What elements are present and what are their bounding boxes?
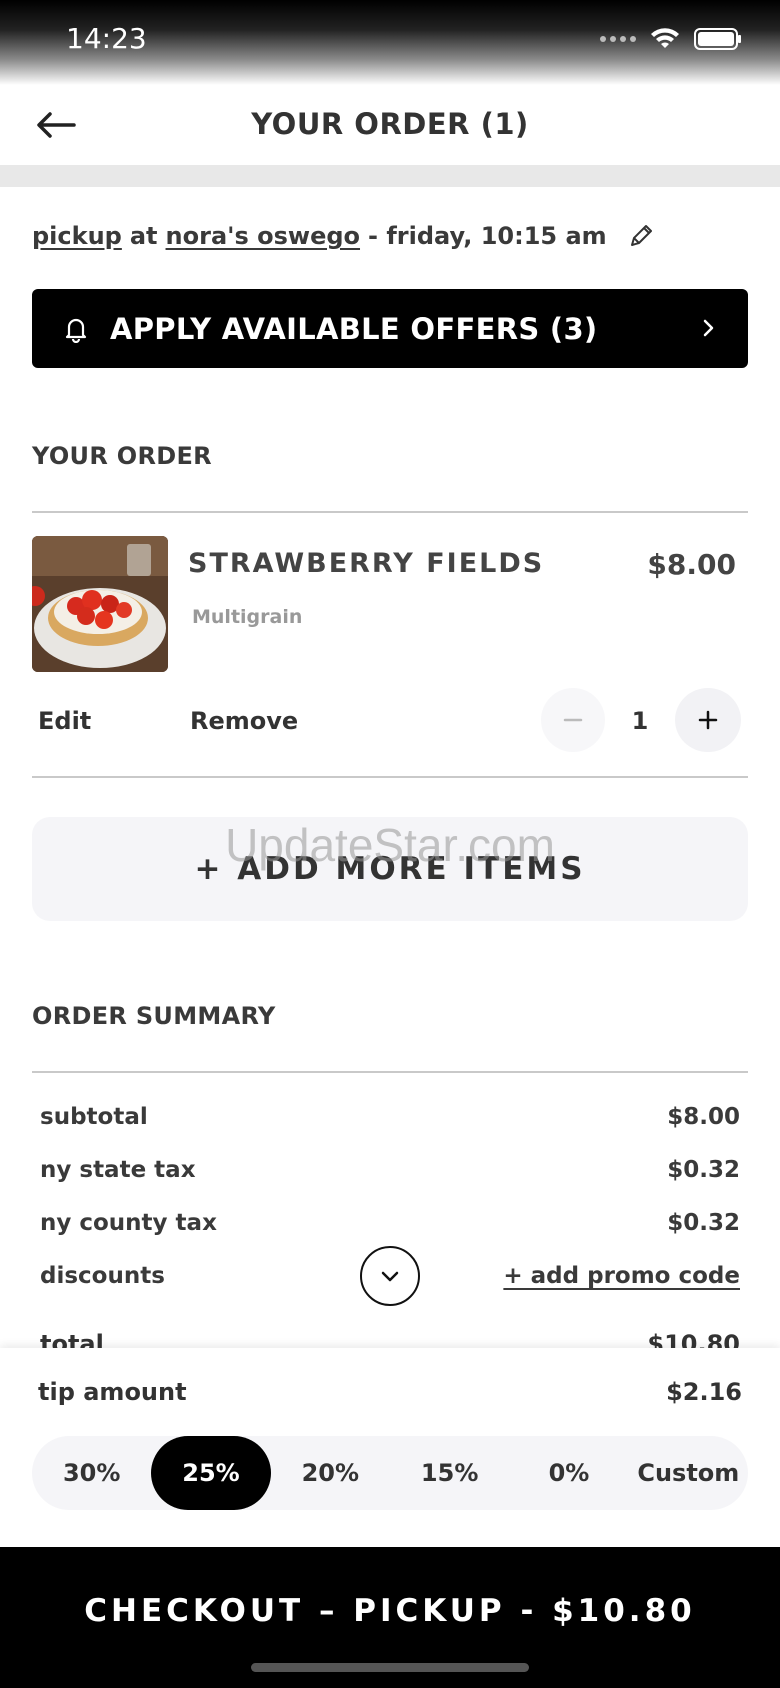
checkout-label: CHECKOUT – PICKUP - $10.80 (84, 1593, 696, 1629)
scroll-down-button[interactable] (360, 1246, 420, 1306)
chevron-down-icon (381, 1271, 399, 1282)
tip-option-25[interactable]: 25% (151, 1436, 271, 1510)
apply-offers-label: APPLY AVAILABLE OFFERS (3) (110, 311, 598, 346)
pencil-icon[interactable] (627, 222, 655, 250)
add-more-items-button[interactable]: + ADD MORE ITEMS (32, 817, 748, 921)
tip-panel: tip amount $2.16 30% 25% 20% 15% 0% Cust… (0, 1348, 780, 1548)
quantity-increase-button[interactable] (675, 688, 741, 752)
summary-row-county-tax: ny county tax $0.32 (40, 1210, 740, 1236)
plus-icon (698, 710, 718, 730)
tip-selector: 30% 25% 20% 15% 0% Custom (32, 1436, 748, 1510)
add-promo-code-link[interactable]: + add promo code (503, 1263, 740, 1289)
pickup-location-link[interactable]: nora's oswego (166, 222, 360, 250)
home-indicator (251, 1663, 529, 1672)
status-bar: 14:23 (0, 0, 780, 85)
tip-option-20[interactable]: 20% (271, 1436, 390, 1510)
header: YOUR ORDER (1) (0, 85, 780, 165)
status-time: 14:23 (66, 22, 147, 55)
bell-icon (65, 318, 87, 343)
remove-item-button[interactable]: Remove (190, 707, 298, 735)
pickup-method-link[interactable]: pickup (32, 222, 122, 250)
summary-label: subtotal (40, 1104, 148, 1130)
divider (32, 1071, 748, 1073)
tip-option-0[interactable]: 0% (509, 1436, 628, 1510)
tip-option-15[interactable]: 15% (390, 1436, 509, 1510)
quantity-decrease-button[interactable] (541, 688, 605, 752)
apply-offers-button[interactable]: APPLY AVAILABLE OFFERS (3) (32, 289, 748, 368)
tip-value: $2.16 (666, 1378, 742, 1406)
minus-icon (563, 718, 583, 722)
divider (32, 776, 748, 778)
tip-option-custom[interactable]: Custom (629, 1436, 748, 1510)
tip-option-30[interactable]: 30% (32, 1436, 151, 1510)
summary-value: $0.32 (667, 1210, 740, 1236)
wifi-icon (651, 28, 679, 48)
summary-label: ny county tax (40, 1210, 217, 1236)
tip-label: tip amount (38, 1378, 187, 1406)
pickup-connector: at (129, 222, 158, 250)
divider (32, 511, 748, 513)
item-option: Multigrain (192, 606, 303, 628)
item-name: STRAWBERRY FIELDS (188, 548, 545, 579)
summary-row-state-tax: ny state tax $0.32 (40, 1157, 740, 1183)
edit-item-button[interactable]: Edit (38, 707, 91, 735)
battery-icon (694, 28, 741, 50)
quantity-value: 1 (631, 707, 649, 735)
pickup-time: - friday, 10:15 am (368, 222, 607, 250)
your-order-heading: YOUR ORDER (32, 442, 212, 470)
summary-value: $8.00 (667, 1104, 740, 1130)
order-summary-heading: ORDER SUMMARY (32, 1002, 276, 1030)
page-title: YOUR ORDER (1) (251, 107, 529, 141)
chevron-right-icon (703, 319, 714, 337)
summary-row-subtotal: subtotal $8.00 (40, 1104, 740, 1130)
header-divider (0, 165, 780, 187)
signal-icon (600, 36, 636, 42)
tip-amount-row: tip amount $2.16 (38, 1378, 742, 1406)
status-icons (600, 28, 742, 50)
item-image (32, 536, 168, 672)
summary-value: $0.32 (667, 1157, 740, 1183)
add-more-items-label: + ADD MORE ITEMS (194, 851, 586, 887)
pickup-info: pickup at nora's oswego - friday, 10:15 … (32, 222, 655, 250)
item-price: $8.00 (647, 548, 736, 581)
summary-label: discounts (40, 1263, 165, 1289)
summary-label: ny state tax (40, 1157, 196, 1183)
